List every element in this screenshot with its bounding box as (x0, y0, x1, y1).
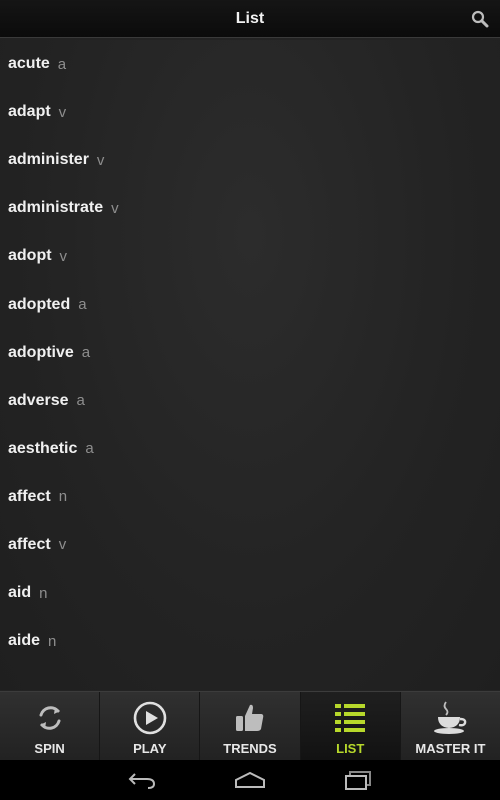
part-of-speech: v (59, 247, 68, 265)
list-item[interactable]: adopted a (0, 280, 500, 328)
back-icon (128, 773, 156, 789)
part-of-speech: v (96, 151, 105, 169)
action-bar: List (0, 0, 500, 38)
word-term: administer (8, 151, 89, 169)
system-nav-bar (0, 760, 500, 800)
part-of-speech: a (85, 440, 94, 458)
recents-icon (345, 771, 371, 790)
search-button[interactable] (468, 7, 492, 31)
word-term: affect (8, 535, 51, 553)
tab-label: SPIN (34, 741, 65, 756)
spin-icon (39, 706, 61, 730)
part-of-speech: n (39, 584, 48, 602)
part-of-speech: a (81, 344, 91, 362)
part-of-speech: n (48, 632, 57, 650)
page-title: List (235, 10, 265, 27)
list-item[interactable]: administrate v (0, 184, 500, 232)
word-term: adoptive (8, 343, 74, 361)
word-term: aid (8, 584, 32, 602)
part-of-speech: v (111, 199, 119, 217)
word-term: administrate (8, 199, 104, 217)
list-icon (335, 704, 366, 732)
list-item[interactable]: adopt v (0, 232, 500, 280)
list-item[interactable]: acute a (0, 40, 500, 88)
coffee-cup-icon (434, 701, 467, 734)
home-icon (235, 771, 265, 788)
list-item[interactable]: affect n (0, 473, 500, 521)
tab-label: MASTER IT (415, 741, 486, 756)
list-item[interactable]: affect v (0, 521, 500, 569)
tab-label: LIST (336, 741, 365, 756)
recents-button[interactable] (304, 760, 412, 800)
list-item[interactable]: administer v (0, 136, 500, 184)
tab-label: TRENDS (223, 741, 277, 756)
tab-list[interactable]: LIST (300, 692, 401, 760)
tab-label: PLAY (133, 741, 167, 756)
part-of-speech: a (76, 392, 85, 410)
list-item[interactable]: aide n (0, 617, 500, 665)
bottom-tab-bar: SPIN PLAY TRENDS LIST MASTER IT (0, 691, 500, 760)
word-term: aesthetic (8, 439, 78, 457)
play-icon (133, 701, 167, 735)
list-item[interactable]: adoptive a (0, 329, 500, 377)
home-button[interactable] (196, 760, 304, 800)
part-of-speech: a (57, 55, 67, 73)
part-of-speech: v (58, 536, 67, 554)
word-term: adapt (8, 103, 51, 121)
list-item[interactable]: adverse a (0, 377, 500, 425)
app-screen: List acute a adapt v administer v admini… (0, 0, 500, 800)
part-of-speech: n (58, 488, 68, 506)
thumbs-up-icon (236, 704, 264, 731)
word-term: affect (8, 487, 51, 505)
word-list[interactable]: acute a adapt v administer v administrat… (0, 40, 500, 690)
word-term: adopt (8, 247, 52, 265)
back-button[interactable] (88, 760, 196, 800)
part-of-speech: a (78, 296, 87, 314)
tab-master-it[interactable]: MASTER IT (400, 692, 500, 760)
tab-trends[interactable]: TRENDS (200, 692, 301, 760)
tab-play[interactable]: PLAY (100, 692, 201, 760)
tab-spin[interactable]: SPIN (0, 692, 101, 760)
list-item[interactable]: adapt v (0, 88, 500, 136)
word-term: adverse (8, 391, 69, 409)
part-of-speech: v (58, 103, 67, 121)
search-icon (471, 10, 489, 28)
word-term: adopted (8, 295, 71, 313)
word-term: acute (8, 55, 50, 73)
list-item[interactable]: aid n (0, 569, 500, 617)
list-item[interactable]: aesthetic a (0, 425, 500, 473)
word-term: aide (8, 632, 41, 650)
